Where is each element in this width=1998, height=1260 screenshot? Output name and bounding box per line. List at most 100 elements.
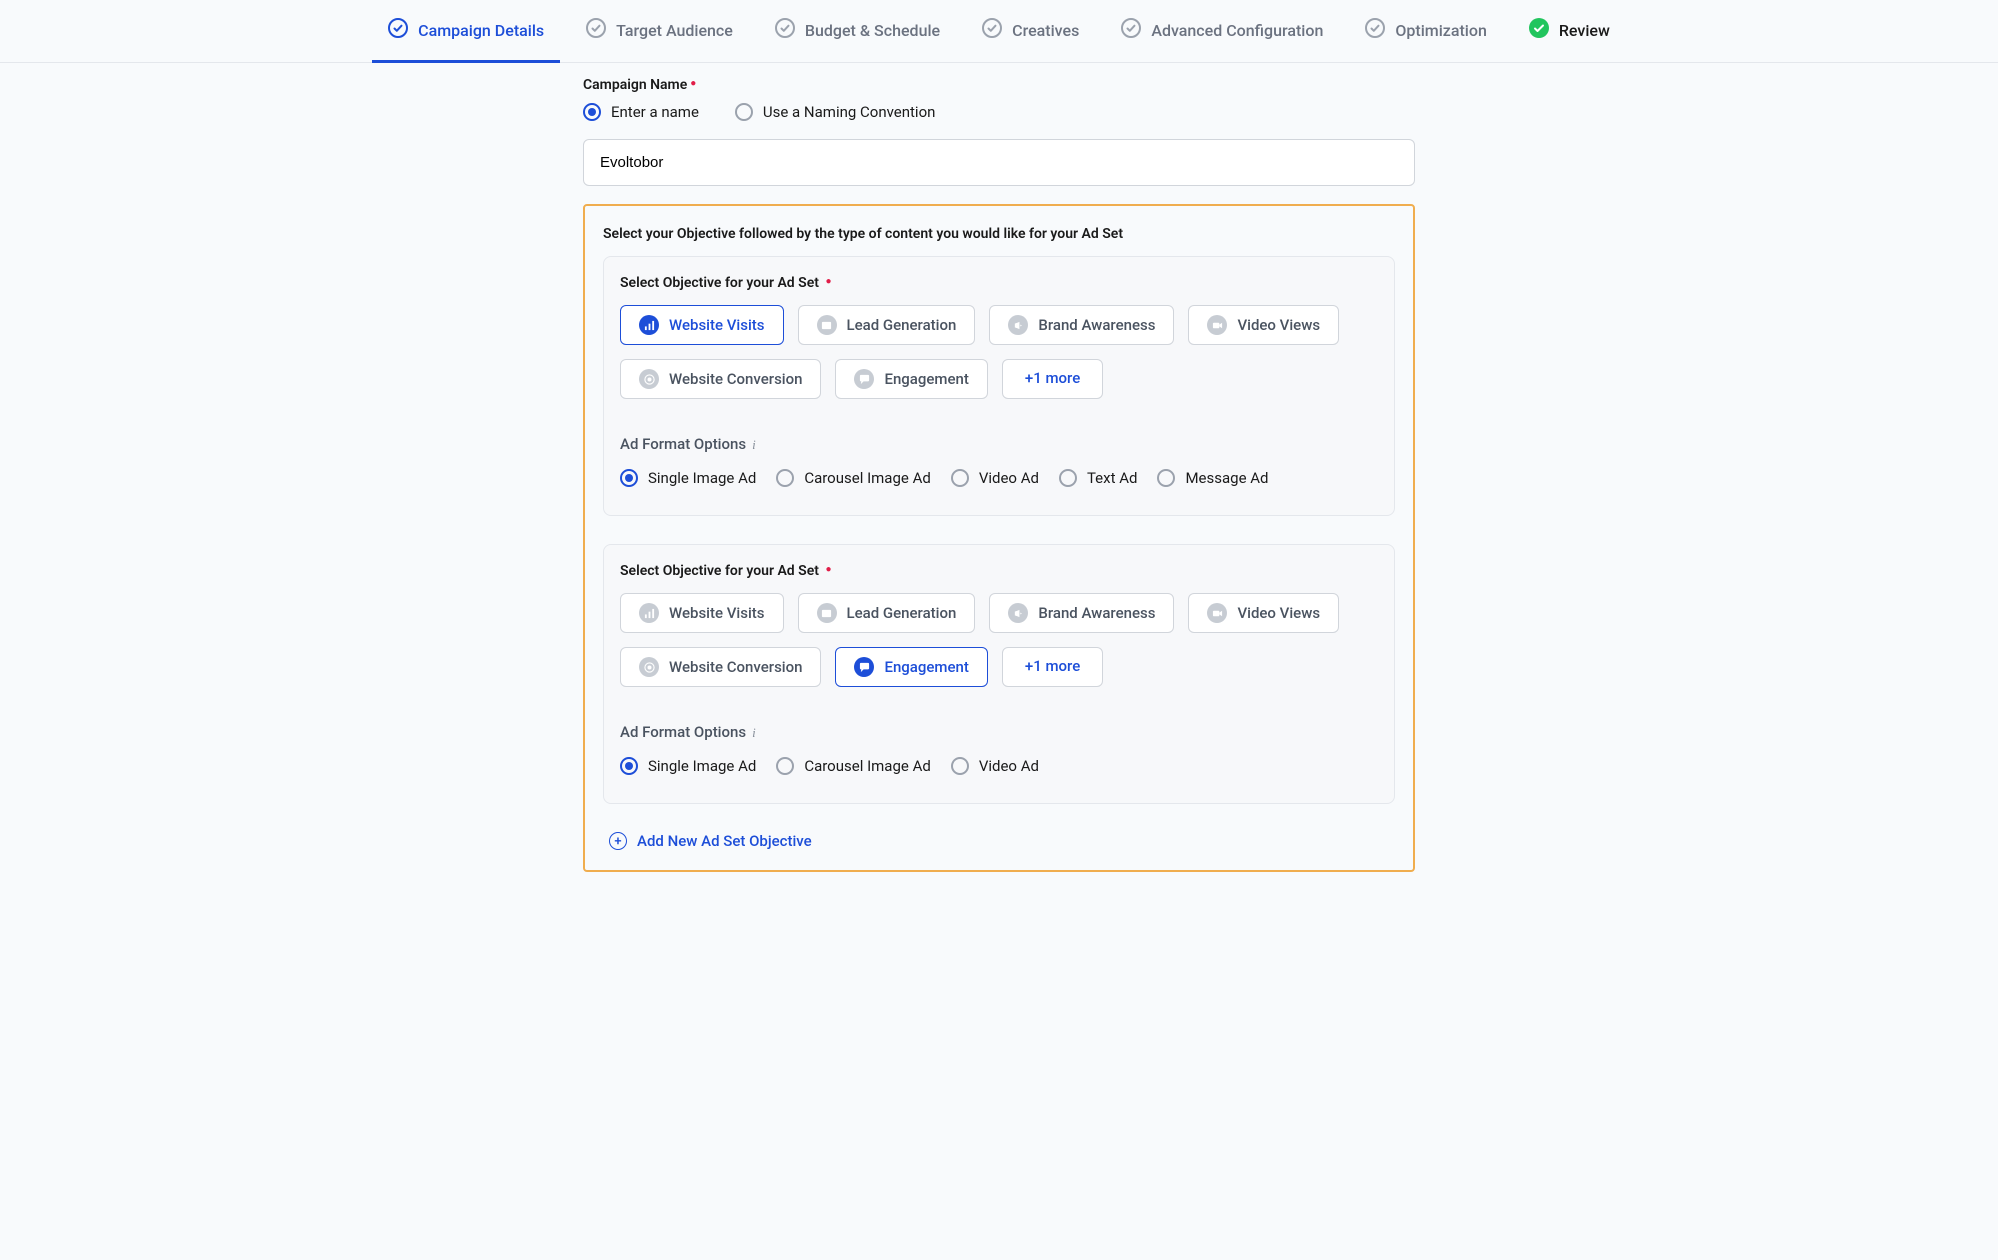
format-radio-video-ad[interactable]: Video Ad (951, 469, 1039, 487)
objective-chip-brand-awareness[interactable]: Brand Awareness (989, 593, 1174, 633)
format-radio-row: Single Image Ad Carousel Image Ad Video Ad… (620, 469, 1378, 487)
campaign-name-input[interactable] (583, 139, 1415, 186)
chip-label: Website Conversion (669, 370, 802, 388)
chip-label: Brand Awareness (1038, 604, 1155, 622)
campaign-name-mode-row: Enter a name Use a Naming Convention (583, 103, 1415, 121)
chip-icon (1008, 603, 1028, 623)
objective-chip-engagement[interactable]: Engagement (835, 359, 987, 399)
radio-label: Single Image Ad (648, 757, 756, 775)
radio-icon (735, 103, 753, 121)
radio-icon (951, 469, 969, 487)
main-content: Campaign Name● Enter a name Use a Naming … (583, 63, 1415, 912)
format-radio-carousel-image-ad[interactable]: Carousel Image Ad (776, 469, 930, 487)
radio-label: Enter a name (611, 103, 699, 121)
objective-more-chip[interactable]: +1 more (1002, 359, 1103, 399)
objective-chip-lead-generation[interactable]: Lead Generation (798, 593, 976, 633)
radio-label: Text Ad (1087, 469, 1138, 487)
tab-label: Optimization (1395, 21, 1487, 40)
radio-icon (776, 469, 794, 487)
tab-creatives[interactable]: Creatives (982, 18, 1079, 44)
format-radio-carousel-image-ad[interactable]: Carousel Image Ad (776, 757, 930, 775)
chip-label: Engagement (884, 658, 968, 676)
tab-label: Target Audience (616, 21, 733, 40)
objective-chip-engagement[interactable]: Engagement (835, 647, 987, 687)
tab-label: Budget & Schedule (805, 21, 940, 40)
tab-label: Advanced Configuration (1151, 21, 1323, 40)
objective-label: Select Objective for your Ad Set ● (620, 563, 1378, 579)
format-radio-video-ad[interactable]: Video Ad (951, 757, 1039, 775)
tab-campaign-details[interactable]: Campaign Details (388, 18, 544, 44)
format-radio-single-image-ad[interactable]: Single Image Ad (620, 757, 756, 775)
tab-status-icon (982, 18, 1002, 42)
objectives-highlight-box: Select your Objective followed by the ty… (583, 204, 1415, 872)
objective-chip-row: Website Visits Lead Generation Brand Aware… (620, 593, 1378, 687)
name-mode-radio-0[interactable]: Enter a name (583, 103, 699, 121)
info-icon[interactable]: i (752, 437, 766, 451)
radio-icon (1157, 469, 1175, 487)
chip-icon (854, 369, 874, 389)
plus-circle-icon: + (609, 832, 627, 850)
objective-more-chip[interactable]: +1 more (1002, 647, 1103, 687)
objective-label: Select Objective for your Ad Set ● (620, 275, 1378, 291)
objective-chip-website-visits[interactable]: Website Visits (620, 593, 784, 633)
format-label: Ad Format Options i (620, 723, 1378, 741)
radio-icon (951, 757, 969, 775)
objective-chip-website-conversion[interactable]: Website Conversion (620, 647, 821, 687)
radio-icon (583, 103, 601, 121)
chip-label: Lead Generation (847, 316, 957, 334)
name-mode-radio-1[interactable]: Use a Naming Convention (735, 103, 936, 121)
objective-chip-website-visits[interactable]: Website Visits (620, 305, 784, 345)
objective-chip-video-views[interactable]: Video Views (1188, 305, 1339, 345)
tab-status-icon (586, 18, 606, 42)
chip-icon (854, 657, 874, 677)
radio-label: Use a Naming Convention (763, 103, 936, 121)
tab-status-icon (388, 18, 408, 42)
chip-icon (639, 315, 659, 335)
chip-icon (1008, 315, 1028, 335)
chip-label: Video Views (1237, 316, 1320, 334)
format-radio-single-image-ad[interactable]: Single Image Ad (620, 469, 756, 487)
objective-chip-brand-awareness[interactable]: Brand Awareness (989, 305, 1174, 345)
tab-review[interactable]: Review (1529, 18, 1610, 44)
format-radio-message-ad[interactable]: Message Ad (1157, 469, 1268, 487)
add-adset-objective-link[interactable]: + Add New Ad Set Objective (603, 832, 1395, 850)
chip-icon (817, 315, 837, 335)
tab-optimization[interactable]: Optimization (1365, 18, 1487, 44)
tab-status-icon (775, 18, 795, 42)
objectives-caption: Select your Objective followed by the ty… (603, 226, 1395, 242)
chip-label: Engagement (884, 370, 968, 388)
chip-icon (639, 603, 659, 623)
chip-icon (639, 657, 659, 677)
objective-chip-row: Website Visits Lead Generation Brand Aware… (620, 305, 1378, 399)
radio-label: Carousel Image Ad (804, 469, 930, 487)
chip-label: Video Views (1237, 604, 1320, 622)
tab-label: Creatives (1012, 21, 1079, 40)
tab-label: Review (1559, 21, 1610, 40)
radio-icon (620, 469, 638, 487)
chip-label: Lead Generation (847, 604, 957, 622)
format-label: Ad Format Options i (620, 435, 1378, 453)
adset-card-1: Select Objective for your Ad Set ● Websit… (603, 544, 1395, 804)
adset-card-0: Select Objective for your Ad Set ● Websit… (603, 256, 1395, 516)
tab-status-icon (1121, 18, 1141, 42)
radio-label: Message Ad (1185, 469, 1268, 487)
info-icon[interactable]: i (752, 725, 766, 739)
tab-target-audience[interactable]: Target Audience (586, 18, 733, 44)
required-icon: ● (825, 564, 831, 575)
chip-icon (1207, 603, 1227, 623)
radio-icon (776, 757, 794, 775)
tab-advanced-configuration[interactable]: Advanced Configuration (1121, 18, 1323, 44)
objective-chip-lead-generation[interactable]: Lead Generation (798, 305, 976, 345)
chip-icon (817, 603, 837, 623)
radio-label: Carousel Image Ad (804, 757, 930, 775)
radio-label: Video Ad (979, 469, 1039, 487)
radio-label: Video Ad (979, 757, 1039, 775)
tab-status-icon (1365, 18, 1385, 42)
tab-budget-schedule[interactable]: Budget & Schedule (775, 18, 940, 44)
objective-chip-website-conversion[interactable]: Website Conversion (620, 359, 821, 399)
format-radio-text-ad[interactable]: Text Ad (1059, 469, 1138, 487)
objective-chip-video-views[interactable]: Video Views (1188, 593, 1339, 633)
tab-bar: Campaign Details Target Audience Budget & … (0, 0, 1998, 63)
chip-icon (1207, 315, 1227, 335)
campaign-name-label: Campaign Name● (583, 77, 1415, 93)
